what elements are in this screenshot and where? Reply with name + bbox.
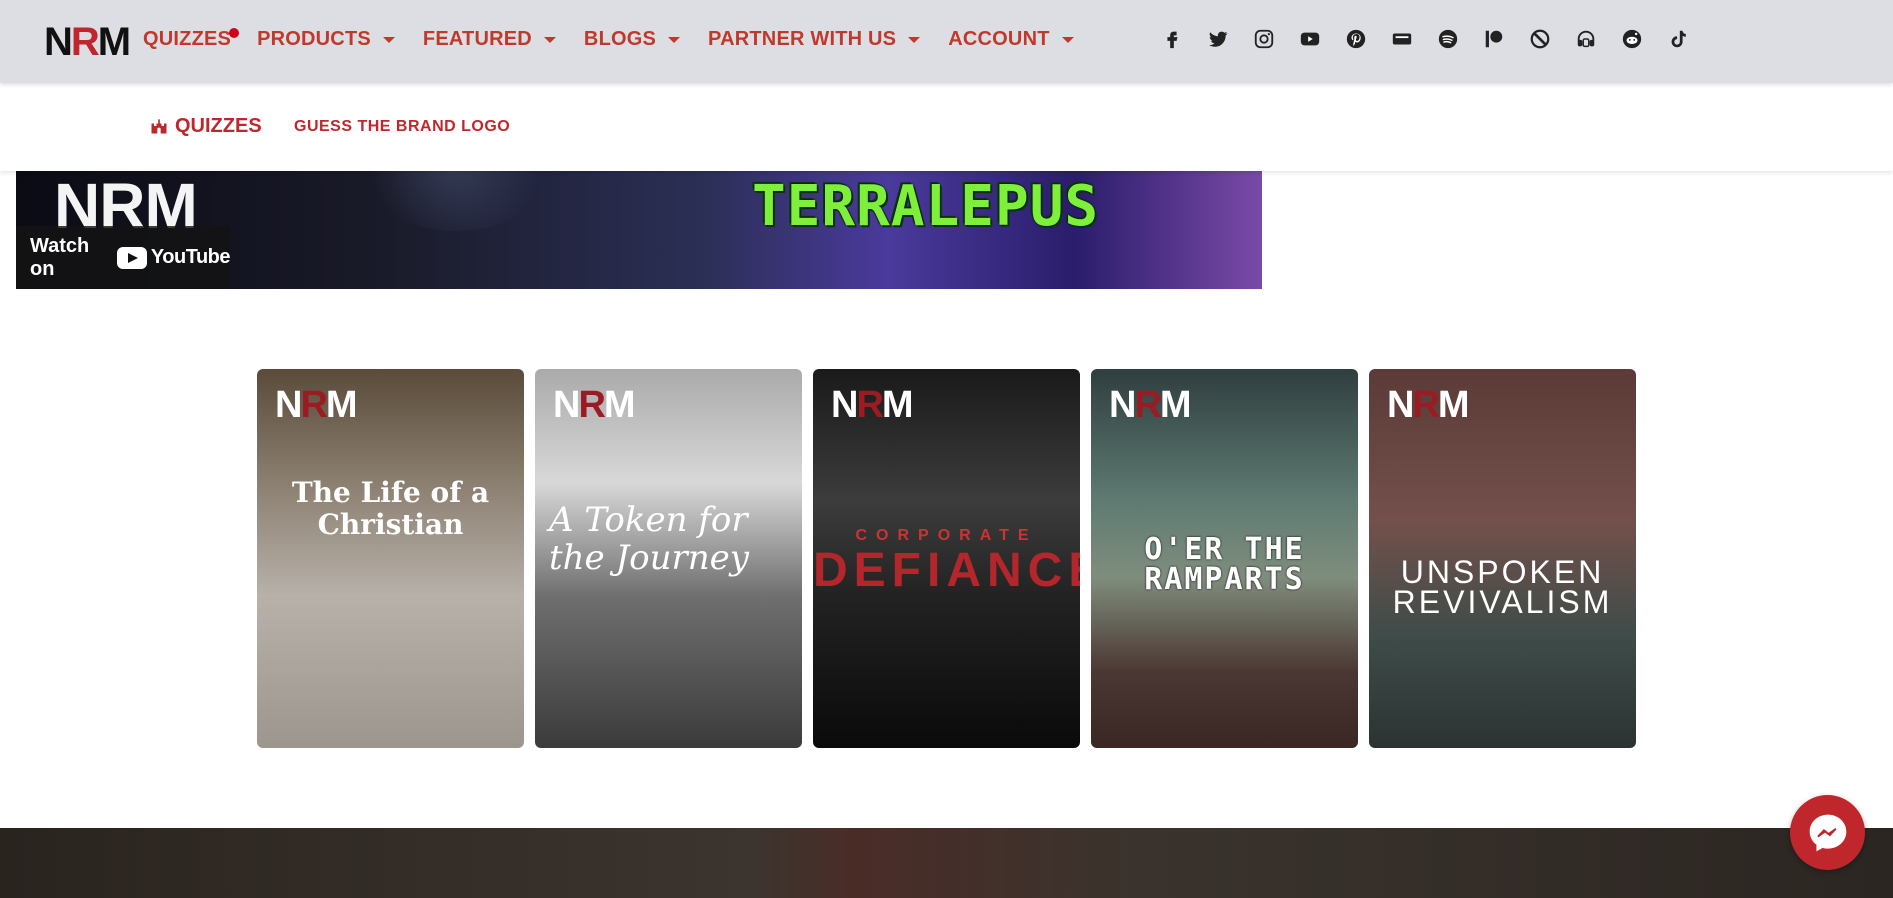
twitter-icon[interactable] (1206, 27, 1230, 51)
footer-hero-band (0, 828, 1893, 898)
film-card[interactable]: NRM The Life of a Christian (257, 369, 524, 748)
sub-navbar (0, 83, 1893, 171)
nav-account[interactable]: ACCOUNT (948, 24, 1074, 54)
main-menu: QUIZZES PRODUCTS FEATURED BLOGS PARTNER … (143, 24, 1102, 54)
video-title-art: TERRALEPUS (752, 174, 1100, 239)
card-title: UNSPOKEN REVIVALISM (1392, 554, 1613, 620)
nav-quizzes[interactable]: QUIZZES (143, 24, 240, 54)
watch-on-youtube-button[interactable]: Watch on YouTube (16, 226, 231, 289)
subnav-quizzes-label: QUIZZES (175, 115, 262, 137)
chevron-down-icon (668, 37, 681, 43)
messenger-icon (1809, 814, 1846, 851)
nav-products[interactable]: PRODUCTS (257, 24, 395, 54)
film-card[interactable]: NRM UNSPOKEN REVIVALISM (1369, 369, 1636, 748)
pinterest-icon[interactable] (1344, 27, 1368, 51)
subnav-quizzes-title[interactable]: QUIZZES (149, 114, 262, 138)
youtube-logo: YouTube (116, 246, 231, 269)
nav-products-label: PRODUCTS (257, 28, 371, 50)
nav-featured-label: FEATURED (422, 28, 532, 50)
card-title: A Token for the Journey (549, 500, 749, 578)
subnav-link-guess-brand-logo[interactable]: GUESS THE BRAND LOGO (294, 117, 510, 137)
top-navbar: NRM QUIZZES PRODUCTS FEATURED BLOGS PART… (0, 0, 1893, 83)
imdb-icon[interactable] (1390, 27, 1414, 51)
podcast-icon[interactable] (1574, 27, 1598, 51)
video-background-orb (356, 171, 556, 231)
chevron-down-icon (543, 37, 556, 43)
nav-blogs-label: BLOGS (583, 28, 657, 50)
site-logo[interactable]: NRM (44, 22, 131, 62)
chevron-down-icon (908, 37, 921, 43)
tiktok-icon[interactable] (1666, 27, 1690, 51)
youtube-wordmark: YouTube (150, 246, 231, 268)
card-logo: NRM (1387, 384, 1470, 426)
youtube-play-icon (116, 246, 147, 269)
castle-icon (151, 119, 167, 134)
reddit-icon[interactable] (1620, 27, 1644, 51)
messenger-chat-button[interactable] (1790, 795, 1865, 870)
film-card[interactable]: NRM CORPORATE DEFIANCE (813, 369, 1080, 748)
card-logo: NRM (275, 384, 358, 426)
nav-featured[interactable]: FEATURED (423, 24, 556, 54)
film-card[interactable]: NRM A Token for the Journey (535, 369, 802, 748)
chevron-down-icon (1061, 37, 1074, 43)
card-subtitle: CORPORATE (855, 527, 1038, 544)
card-title: The Life of a Christian (291, 476, 490, 541)
blocked-icon[interactable] (1528, 27, 1552, 51)
spotify-icon[interactable] (1436, 27, 1460, 51)
film-cards: NRM The Life of a Christian NRM A Token … (257, 369, 1636, 748)
notification-dot (229, 28, 240, 38)
card-logo: NRM (553, 384, 636, 426)
patreon-icon[interactable] (1482, 27, 1506, 51)
nav-quizzes-label: QUIZZES (143, 28, 232, 50)
watch-label: Watch on (30, 234, 90, 280)
card-logo: NRM (831, 384, 914, 426)
facebook-icon[interactable] (1160, 27, 1184, 51)
nav-account-label: ACCOUNT (948, 28, 1050, 50)
instagram-icon[interactable] (1252, 27, 1276, 51)
film-card[interactable]: NRM O'ER THE RAMPARTS (1091, 369, 1358, 748)
nav-partner-with-us[interactable]: PARTNER WITH US (708, 24, 921, 54)
card-title: O'ER THE RAMPARTS (1144, 532, 1305, 597)
youtube-icon[interactable] (1298, 27, 1322, 51)
nav-partner-label: PARTNER WITH US (708, 28, 897, 50)
chevron-down-icon (382, 37, 395, 43)
youtube-embed[interactable]: NRM TERRALEPUS Watch on YouTube (16, 171, 1262, 289)
card-logo: NRM (1109, 384, 1192, 426)
card-title: DEFIANCE (813, 544, 1080, 597)
nav-blogs[interactable]: BLOGS (583, 24, 681, 54)
social-links (1160, 24, 1712, 54)
